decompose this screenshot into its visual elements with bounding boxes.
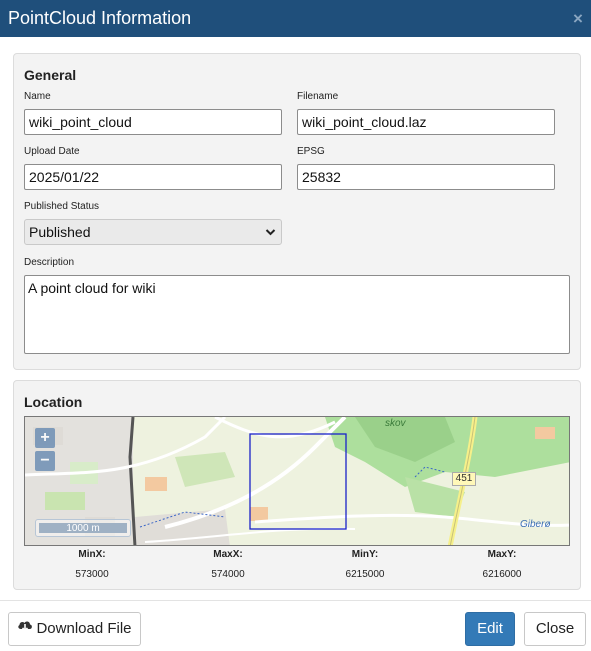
name-label: Name <box>24 91 51 102</box>
map-place-label: Giberø <box>520 519 551 530</box>
location-heading: Location <box>24 394 83 410</box>
cloud-download-icon <box>17 613 33 645</box>
upload-date-field[interactable]: 2025/01/22 <box>24 164 282 190</box>
miny-block: MinY: 6215000 <box>295 549 435 580</box>
description-textarea[interactable]: A point cloud for wiki <box>24 275 570 354</box>
maxx-block: MaxX: 574000 <box>158 549 298 580</box>
scale-label: 1000 m <box>39 523 127 534</box>
map-scale-bar: 1000 m <box>35 519 131 537</box>
published-status-value: Published <box>29 224 91 240</box>
general-heading: General <box>24 67 77 83</box>
chevron-down-icon <box>265 220 276 252</box>
location-map[interactable]: skov 451 Giberø + − 1000 m <box>24 416 570 546</box>
minx-value: 573000 <box>75 569 109 580</box>
minx-label: MinX: <box>78 549 106 560</box>
edit-button[interactable]: Edit <box>465 612 515 646</box>
minx-block: MinX: 573000 <box>22 549 162 580</box>
maxy-block: MaxY: 6216000 <box>432 549 572 580</box>
miny-label: MinY: <box>351 549 379 560</box>
download-file-label: Download File <box>36 620 132 637</box>
name-field[interactable]: wiki_point_cloud <box>24 109 282 135</box>
map-road-number: 451 <box>452 472 476 486</box>
description-label: Description <box>24 257 75 268</box>
filename-label: Filename <box>297 91 339 102</box>
dialog-title: PointCloud Information <box>8 8 192 28</box>
close-button[interactable]: Close <box>524 612 586 646</box>
general-panel: General Name wiki_point_cloud Filename w… <box>13 53 581 370</box>
download-file-button[interactable]: Download File <box>8 612 141 646</box>
epsg-label: EPSG <box>297 146 325 157</box>
maxx-value: 574000 <box>211 569 245 580</box>
dialog-titlebar: PointCloud Information × <box>0 0 591 37</box>
zoom-in-button[interactable]: + <box>35 428 55 448</box>
maxy-value: 6216000 <box>482 569 522 580</box>
miny-value: 6215000 <box>345 569 385 580</box>
zoom-out-button[interactable]: − <box>35 451 55 471</box>
pointcloud-dialog: PointCloud Information × General Name wi… <box>0 0 591 651</box>
maxy-label: MaxY: <box>487 549 517 560</box>
epsg-field[interactable]: 25832 <box>297 164 555 190</box>
location-panel: Location skov 451 Giberø + − 1000 m MinX… <box>13 380 581 590</box>
close-icon[interactable]: × <box>570 0 586 37</box>
filename-field[interactable]: wiki_point_cloud.laz <box>297 109 555 135</box>
published-status-label: Published Status <box>24 201 100 212</box>
map-place-label: skov <box>385 418 406 429</box>
published-status-select[interactable]: Published <box>24 219 282 245</box>
upload-date-label: Upload Date <box>24 146 80 157</box>
dialog-footer: Download File Edit Close <box>0 600 591 651</box>
maxx-label: MaxX: <box>213 549 243 560</box>
